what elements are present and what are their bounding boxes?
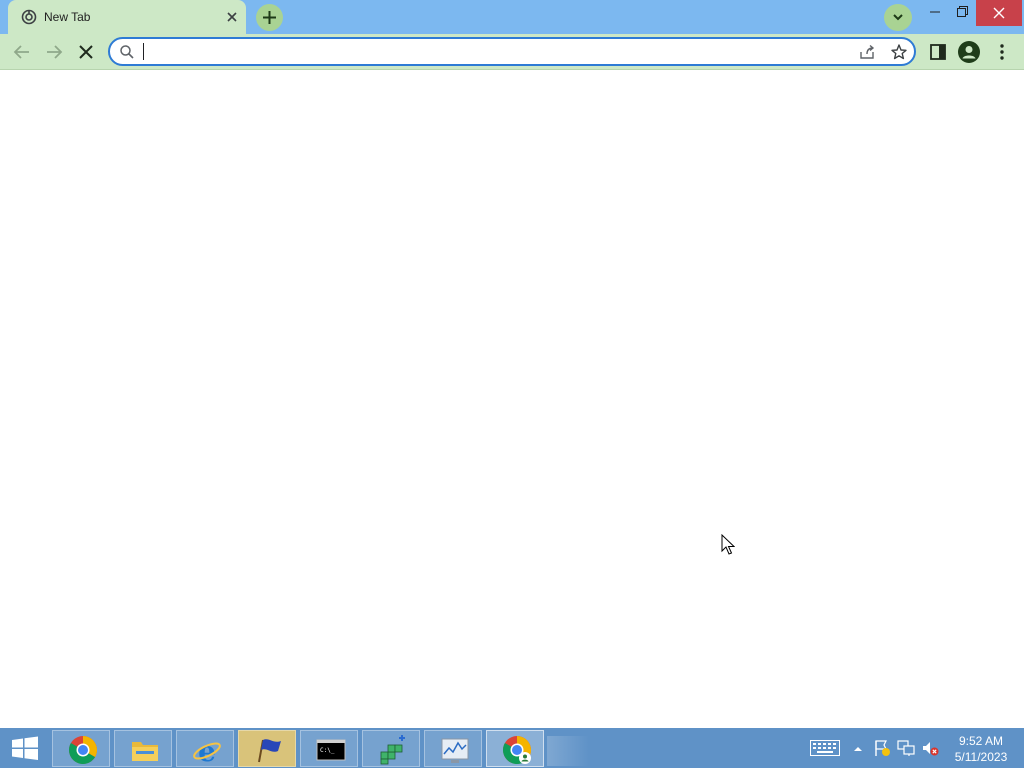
tab-new-tab[interactable]: New Tab — [8, 0, 246, 34]
taskbar-command-prompt[interactable]: C:\_ — [300, 730, 358, 767]
touch-keyboard-icon[interactable] — [810, 740, 840, 756]
mouse-cursor-icon — [721, 533, 736, 556]
show-hidden-icons-icon[interactable] — [852, 742, 864, 754]
command-prompt-icon: C:\_ — [316, 739, 346, 761]
new-tab-favicon-icon — [21, 9, 37, 25]
profile-avatar-icon[interactable] — [958, 41, 980, 63]
plus-icon — [263, 11, 276, 24]
taskbar: e C:\_ 9:52 AM 5/11/2023 — [0, 728, 1024, 768]
browser-toolbar — [0, 34, 1024, 70]
action-center-flag-icon[interactable] — [873, 739, 891, 757]
tab-search-button[interactable] — [884, 4, 912, 31]
more-menu-icon[interactable] — [994, 42, 1010, 62]
tab-close-icon[interactable] — [224, 9, 240, 25]
stop-icon — [79, 45, 93, 59]
restore-icon — [957, 6, 968, 17]
windows-logo-icon — [12, 736, 38, 760]
bookmark-star-icon[interactable] — [890, 43, 908, 61]
flag-icon — [258, 739, 281, 763]
volume-muted-icon[interactable] — [921, 739, 939, 757]
page-content[interactable] — [0, 71, 1024, 728]
restore-button[interactable] — [945, 0, 979, 26]
title-bar: New Tab — [0, 0, 1024, 34]
text-caret — [143, 43, 144, 60]
svg-text:C:\_: C:\_ — [320, 747, 335, 754]
clock-time: 9:52 AM — [958, 734, 1004, 748]
stop-loading-button[interactable] — [73, 39, 99, 65]
side-panel-icon[interactable] — [928, 42, 948, 62]
component-services-icon — [380, 735, 405, 765]
address-bar[interactable] — [108, 37, 916, 66]
internet-explorer-icon: e — [193, 735, 221, 766]
chrome-icon — [69, 736, 97, 764]
clock-date: 5/11/2023 — [954, 750, 1008, 764]
arrow-left-icon — [13, 45, 29, 59]
start-button[interactable] — [0, 728, 50, 768]
taskbar-performance-monitor[interactable] — [424, 730, 482, 767]
address-input[interactable] — [142, 41, 842, 63]
close-button[interactable] — [976, 0, 1022, 26]
taskbar-empty-slot — [547, 736, 589, 766]
chevron-down-icon — [893, 14, 903, 21]
new-tab-button[interactable] — [256, 4, 283, 31]
taskbar-file-explorer[interactable] — [114, 730, 172, 767]
taskbar-chrome[interactable] — [52, 730, 110, 767]
performance-monitor-icon — [441, 738, 469, 763]
folder-icon — [132, 742, 158, 761]
arrow-right-icon — [47, 45, 63, 59]
system-clock[interactable]: 9:52 AM 5/11/2023 — [946, 733, 1016, 765]
share-icon[interactable] — [858, 43, 876, 61]
close-icon — [993, 7, 1005, 19]
taskbar-flag-app[interactable] — [238, 730, 296, 767]
taskbar-component-services[interactable] — [362, 730, 420, 767]
forward-button[interactable] — [41, 39, 67, 65]
tab-title: New Tab — [44, 10, 91, 24]
taskbar-chrome-active[interactable] — [486, 730, 544, 767]
network-icon[interactable] — [897, 739, 915, 757]
chrome-profile-icon — [503, 736, 531, 764]
search-icon — [119, 44, 135, 60]
back-button[interactable] — [9, 39, 35, 65]
svg-text:e: e — [198, 735, 216, 766]
taskbar-internet-explorer[interactable]: e — [176, 730, 234, 767]
